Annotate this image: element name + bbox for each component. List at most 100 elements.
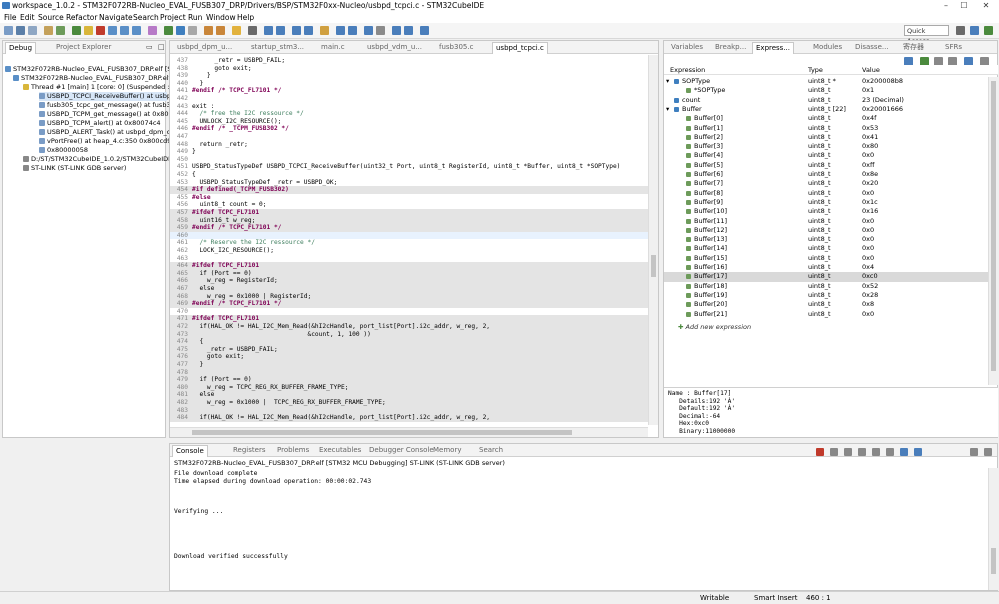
expression-row[interactable]: Buffer[8] uint8_t 0x0 (664, 189, 994, 198)
expression-row[interactable]: Buffer[10] uint8_t 0x16 (664, 207, 994, 216)
expression-row[interactable]: Buffer[13] uint8_t 0x0 (664, 235, 994, 244)
menu-source[interactable]: Source (38, 13, 64, 22)
expression-row[interactable]: Buffer[15] uint8_t 0x0 (664, 254, 994, 263)
maximize-button[interactable]: ☐ (957, 0, 971, 11)
save-all-icon[interactable] (28, 26, 37, 35)
expression-row[interactable]: count uint8_t 23 (Decimal) (664, 96, 994, 105)
expression-row[interactable]: Buffer[6] uint8_t 0x8e (664, 170, 994, 179)
menu-window[interactable]: Window (206, 13, 236, 22)
expression-row[interactable]: Buffer[18] uint8_t 0x52 (664, 282, 994, 291)
maximize-view-icon[interactable]: □ (155, 42, 168, 54)
tab-startup[interactable]: startup_stm3... (248, 42, 307, 54)
close-button[interactable]: ✕ (979, 0, 993, 11)
expression-row[interactable]: Buffer[1] uint8_t 0x53 (664, 124, 994, 133)
expression-row[interactable]: Buffer[4] uint8_t 0x0 (664, 151, 994, 160)
expression-row[interactable]: ▾ Buffer uint8_t [22] 0x20001666 (664, 105, 994, 114)
tree-item-launch[interactable]: STM32F072RB-Nucleo_EVAL_FUSB307_DRP.elf … (5, 65, 172, 74)
tab-registers-cn[interactable]: 寄存器 (900, 42, 927, 54)
col-type[interactable]: Type (808, 66, 823, 74)
step-into-icon[interactable] (108, 26, 117, 35)
code-line[interactable]: 447 (170, 133, 650, 141)
code-line[interactable]: 455 #else (170, 194, 650, 202)
code-line[interactable]: 462 LOCK_I2C_RESOURCE(); (170, 247, 650, 255)
code-editor[interactable]: 437 _retr = USBPD_FAIL; 438 goto exit; 439… (170, 55, 658, 425)
clear-console-icon[interactable] (844, 448, 852, 456)
menu-navigate[interactable]: Navigate (99, 13, 133, 22)
tab-registers[interactable]: Registers (230, 445, 268, 457)
nav-back-icon[interactable] (292, 26, 301, 35)
terminate-console-icon[interactable] (816, 448, 824, 456)
code-line[interactable]: 474 { (170, 338, 650, 346)
run-icon[interactable] (176, 26, 185, 35)
expression-row[interactable]: Buffer[11] uint8_t 0x0 (664, 217, 994, 226)
menu-help[interactable]: Help (237, 13, 254, 22)
word-wrap-icon[interactable] (872, 448, 880, 456)
pin-icon[interactable] (320, 26, 329, 35)
nav-forward-icon[interactable] (304, 26, 313, 35)
display-console-icon[interactable] (900, 448, 908, 456)
tree-item-frame-2[interactable]: USBPD_TCPM_get_message() at 0x80077 (39, 110, 181, 119)
scroll-lock-icon[interactable] (858, 448, 866, 456)
expression-row[interactable]: Buffer[14] uint8_t 0x0 (664, 244, 994, 253)
code-line[interactable]: 469 #endif /* TCPC_FL7101 */ (170, 300, 650, 308)
tab-expressions[interactable]: Express... (752, 42, 795, 54)
tree-item-frame-4[interactable]: USBPD_ALERT_Task() at usbpd_dpm_core (39, 128, 181, 137)
code-line[interactable]: 451 USBPD_StatusTypeDef USBPD_TCPCI_Recei… (170, 163, 650, 171)
code-line[interactable]: 438 goto exit; (170, 65, 650, 73)
annotation-icon[interactable] (248, 26, 257, 35)
console-vscroll[interactable] (988, 468, 998, 590)
code-line[interactable]: 452 { (170, 171, 650, 179)
code-line[interactable]: 441 #endif /* TCPC_FL7101 */ (170, 87, 650, 95)
open-type-icon[interactable] (204, 26, 213, 35)
code-line[interactable]: 446 #endif /* _TCPM_FUSB302 */ (170, 125, 650, 133)
editor-hscroll-thumb[interactable] (192, 430, 572, 435)
forward-icon[interactable] (276, 26, 285, 35)
tab-debugger-console[interactable]: Debugger Console (366, 445, 437, 457)
terminate-icon[interactable] (96, 26, 105, 35)
expression-row[interactable]: Buffer[12] uint8_t 0x0 (664, 226, 994, 235)
tab-modules[interactable]: Modules (810, 42, 845, 54)
tree-item-target[interactable]: STM32F072RB-Nucleo_EVAL_FUSB307_DRP.elf (13, 74, 171, 83)
tab-project-explorer[interactable]: Project Explorer (53, 42, 114, 54)
tab-variables[interactable]: Variables (668, 42, 706, 54)
tab-console[interactable]: Console (172, 445, 208, 457)
code-line[interactable]: 467 else (170, 285, 650, 293)
tab-disassembly[interactable]: Disasse... (852, 42, 892, 54)
tab-executables[interactable]: Executables (316, 445, 364, 457)
code-line[interactable]: 478 (170, 368, 650, 377)
new-icon[interactable] (4, 26, 13, 35)
code-line[interactable]: 472 if(HAL_OK != HAL_I2C_Mem_Read(&hI2cH… (170, 323, 650, 331)
code-line[interactable]: 475 _retr = USBPD_FAIL; (170, 345, 650, 354)
info-icon[interactable] (420, 26, 429, 35)
step-over-icon[interactable] (120, 26, 129, 35)
history-back-icon[interactable] (336, 26, 345, 35)
tab-usbpd-dpm[interactable]: usbpd_dpm_u... (174, 42, 235, 54)
tree-item-stlink[interactable]: ST-LINK (ST-LINK GDB server) (23, 164, 126, 173)
expression-row[interactable]: Buffer[20] uint8_t 0x8 (664, 300, 994, 309)
tab-usbpd-tcpci[interactable]: usbpd_tcpci.c (492, 42, 548, 54)
code-line[interactable]: 464 #ifdef TCPC_FL7101 (170, 262, 650, 270)
tab-sfrs[interactable]: SFRs (942, 42, 965, 54)
code-line[interactable]: 473 &count, 1, 100 )) (170, 330, 650, 339)
toggle-icon[interactable] (376, 26, 385, 35)
menu-edit[interactable]: Edit (20, 13, 35, 22)
expression-row[interactable]: Buffer[21] uint8_t 0x0 (664, 310, 994, 319)
expr-vscroll-thumb[interactable] (991, 81, 996, 371)
expression-row[interactable]: Buffer[7] uint8_t 0x20 (664, 179, 994, 188)
menu-search[interactable]: Search (133, 13, 159, 22)
build-icon[interactable] (44, 26, 53, 35)
expression-row[interactable]: *SOPType uint8_t 0x1 (664, 86, 994, 95)
code-line[interactable]: 442 (170, 95, 650, 103)
expression-row[interactable]: Buffer[9] uint8_t 0x1c (664, 198, 994, 207)
remove-launch-icon[interactable] (830, 448, 838, 456)
left-arrow-icon[interactable] (392, 26, 401, 35)
expand-toggle-icon[interactable]: ▾ (666, 77, 669, 86)
code-line[interactable]: 461 /* Reserve the I2C ressource */ (170, 239, 650, 247)
expression-row[interactable]: Buffer[2] uint8_t 0x41 (664, 133, 994, 142)
tab-main[interactable]: main.c (318, 42, 348, 54)
expr-vscroll[interactable] (988, 77, 998, 385)
menu-refactor[interactable]: Refactor (66, 13, 97, 22)
resume-icon[interactable] (72, 26, 81, 35)
code-line[interactable]: 460 (170, 231, 650, 240)
open-task-icon[interactable] (216, 26, 225, 35)
